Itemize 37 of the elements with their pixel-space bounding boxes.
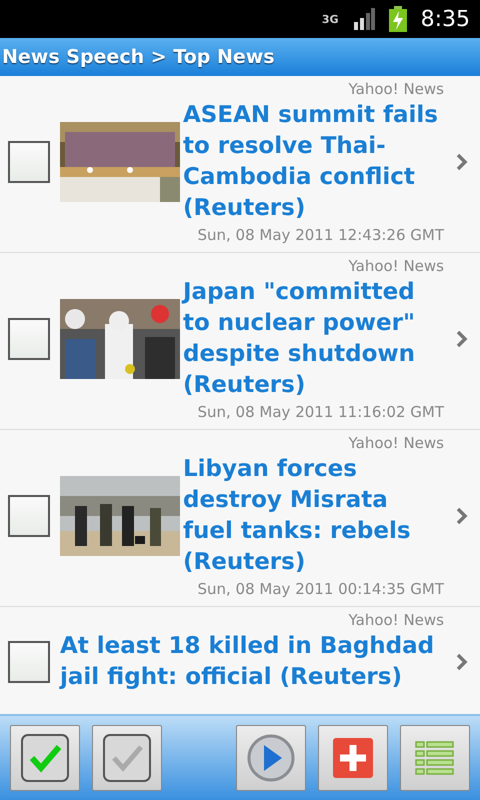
news-source: Yahoo! News: [348, 257, 444, 275]
news-item[interactable]: Yahoo! News Libyan forces destroy Misrata fuel tanks: rebels (Reuters) Sun, 08 May 2011 00:14:35 GMT: [0, 430, 480, 607]
checkmark-icon: [19, 732, 71, 784]
news-item[interactable]: Yahoo! News ASEAN summit fails to resolve Thai-Cambodia conflict (Reuters) Sun, 08 May 2011 12:43:26 GMT: [0, 76, 480, 253]
publish-date: Sun, 08 May 2011 12:43:26 GMT: [197, 226, 444, 244]
news-source: Yahoo! News: [348, 611, 444, 629]
headline-link[interactable]: Japan "committed to nuclear power" despite shutdown (Reuters): [183, 277, 444, 401]
chevron-right-icon: [456, 330, 468, 348]
headline-link[interactable]: ASEAN summit fails to resolve Thai-Cambodia conflict (Reuters): [183, 100, 444, 224]
play-button[interactable]: [236, 725, 306, 791]
news-source: Yahoo! News: [348, 434, 444, 452]
publish-date: Sun, 08 May 2011 11:16:02 GMT: [197, 403, 444, 421]
checkbox[interactable]: [8, 495, 50, 537]
chevron-right-icon: [456, 653, 468, 671]
plus-icon: [332, 737, 374, 779]
checkmark-icon: [101, 732, 153, 784]
network-type-icon: 3G: [322, 12, 339, 26]
news-source: Yahoo! News: [348, 80, 444, 98]
checkbox[interactable]: [8, 641, 50, 683]
deselect-all-button[interactable]: [92, 725, 162, 791]
checkbox[interactable]: [8, 141, 50, 183]
checkbox[interactable]: [8, 318, 50, 360]
select-all-button[interactable]: [10, 725, 80, 791]
chevron-right-icon: [456, 153, 468, 171]
chevron-right-icon: [456, 507, 468, 525]
list-icon: [415, 740, 455, 776]
clock: 8:35: [420, 6, 470, 32]
publish-date: Sun, 08 May 2011 00:14:35 GMT: [197, 580, 444, 598]
signal-icon: [352, 8, 375, 30]
headline-link[interactable]: Libyan forces destroy Misrata fuel tanks: rebels (Reuters): [183, 454, 444, 578]
add-button[interactable]: [318, 725, 388, 791]
headline-link[interactable]: At least 18 killed in Baghdad jail fight: official (Reuters): [60, 631, 444, 693]
screen-title: News Speech > Top News: [2, 46, 275, 68]
news-item[interactable]: Yahoo! News Japan "committed to nuclear power" despite shutdown (Reuters) Sun, 08 May 2011 11:16:02 GMT: [0, 253, 480, 430]
list-button[interactable]: [400, 725, 470, 791]
play-icon: [246, 733, 296, 783]
battery-charging-icon: [388, 6, 407, 32]
